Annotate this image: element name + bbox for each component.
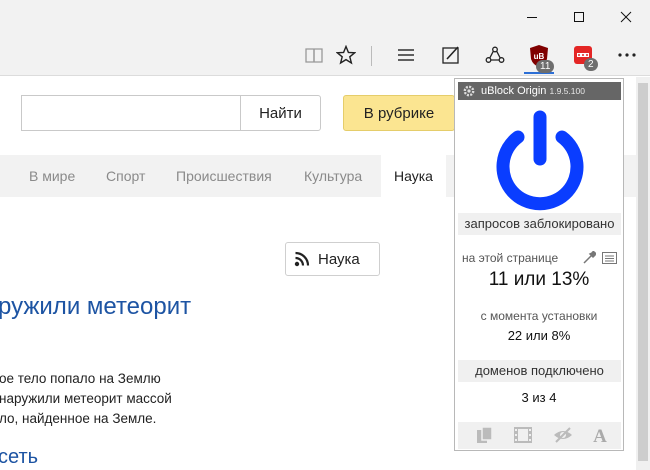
domains-count: 3 из 4: [521, 390, 557, 405]
tab-world[interactable]: В мире: [29, 155, 75, 197]
ublock-popup: uBlock Origin 1.9.5.100 запросов заблоки…: [454, 78, 624, 451]
eyedropper-icon[interactable]: [582, 251, 596, 265]
page-blocked-count: 11 или 13%: [488, 269, 590, 290]
eye-slash-icon[interactable]: [552, 425, 574, 445]
ublock-extension-button[interactable]: uB 11: [524, 40, 555, 74]
ublock-header: uBlock Origin 1.9.5.100: [458, 82, 621, 100]
snippet-line: наружили метеорит массой: [0, 391, 172, 406]
snippet-line: ое тело попало на Землю: [0, 371, 161, 386]
minimize-icon[interactable]: [509, 0, 555, 34]
search-input[interactable]: [21, 95, 241, 131]
rubric-search-button[interactable]: В рубрике: [343, 95, 455, 131]
ublock-toolbar: A: [458, 422, 621, 449]
more-icon[interactable]: [612, 40, 642, 70]
svg-text:A: A: [593, 426, 607, 444]
title-bar: [0, 0, 650, 34]
this-page-label: на этой странице: [462, 251, 559, 265]
rss-icon: [294, 251, 310, 267]
film-icon[interactable]: [512, 425, 534, 445]
close-icon[interactable]: [603, 0, 649, 34]
article-snippet: ое тело попало на Землю наружили метеори…: [0, 369, 172, 429]
snippet-line: ло, найденное на Земле.: [0, 411, 157, 426]
pen-icon[interactable]: [436, 40, 466, 70]
domains-connected-label: доменов подключено: [458, 360, 621, 382]
extension-button[interactable]: 2: [568, 40, 598, 71]
rss-button-label: Наука: [318, 250, 360, 268]
share-icon[interactable]: [480, 40, 510, 70]
article-link[interactable]: сеть: [0, 446, 38, 469]
tab-incidents[interactable]: Происшествия: [176, 155, 272, 197]
gear-icon[interactable]: [462, 84, 476, 98]
power-icon[interactable]: [493, 109, 587, 215]
browser-toolbar: uB 11 2: [0, 34, 650, 76]
tab-science[interactable]: Наука: [381, 155, 446, 197]
tab-culture[interactable]: Культура: [304, 155, 362, 197]
font-icon[interactable]: A: [589, 425, 611, 445]
since-install-label: с момента установки: [480, 309, 598, 323]
toolbar-divider: [371, 46, 372, 66]
ublock-version: 1.9.5.100: [549, 86, 585, 96]
tab-sport[interactable]: Спорт: [106, 155, 145, 197]
scrollbar-thumb[interactable]: [638, 83, 648, 461]
article-headline[interactable]: ружили метеорит: [0, 293, 191, 321]
ublock-badge: 11: [536, 60, 555, 73]
search-button[interactable]: Найти: [240, 95, 321, 131]
ublock-title: uBlock Origin: [481, 85, 547, 97]
book-icon[interactable]: [299, 40, 329, 70]
rss-subscribe-button[interactable]: Наука: [285, 242, 380, 276]
requests-blocked-label: запросов заблокировано: [458, 213, 621, 235]
star-icon[interactable]: [331, 40, 361, 70]
hamburger-icon[interactable]: [391, 40, 421, 70]
install-blocked-count: 22 или 8%: [507, 328, 571, 343]
maximize-icon[interactable]: [556, 0, 602, 34]
copy-icon[interactable]: [474, 425, 496, 445]
extension-badge: 2: [584, 58, 598, 71]
logger-icon[interactable]: [602, 252, 617, 264]
page-scrollbar[interactable]: [636, 77, 650, 470]
